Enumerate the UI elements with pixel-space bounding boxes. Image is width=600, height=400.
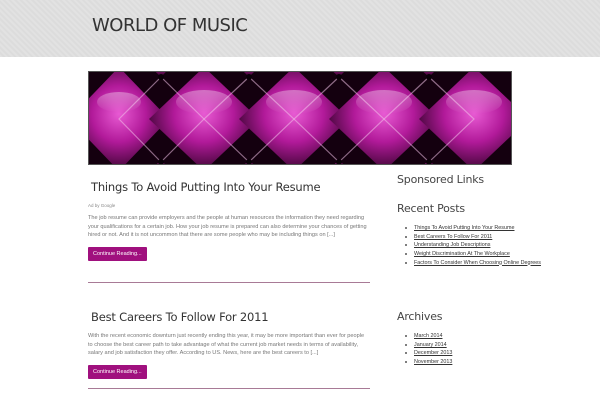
post-divider bbox=[88, 282, 370, 283]
site-header: WORLD OF MUSIC bbox=[0, 0, 600, 57]
archive-link[interactable]: December 2013 bbox=[414, 350, 452, 356]
list-item: March 2014 bbox=[405, 332, 567, 341]
sidebar-archives: Archives March 2014 January 2014 Decembe… bbox=[397, 310, 567, 367]
continue-reading-button[interactable]: Continue Reading... bbox=[88, 364, 147, 379]
header-banner-image bbox=[88, 71, 512, 165]
list-item: Best Careers To Follow For 2011 bbox=[405, 233, 567, 242]
recent-post-link[interactable]: Things To Avoid Putting Into Your Resume bbox=[414, 225, 515, 231]
post-meta: Ad by Google bbox=[88, 203, 116, 208]
post-item: Best Careers To Follow For 2011 With the… bbox=[88, 310, 370, 379]
recent-posts-heading: Recent Posts bbox=[397, 202, 465, 215]
post-title-link[interactable]: Best Careers To Follow For 2011 bbox=[88, 310, 370, 324]
recent-post-link[interactable]: Weight Discrimination At The Workplace bbox=[414, 251, 510, 257]
archives-heading: Archives bbox=[397, 310, 443, 323]
recent-post-link[interactable]: Best Careers To Follow For 2011 bbox=[414, 234, 492, 240]
post-excerpt: With the recent economic downturn just r… bbox=[88, 333, 365, 357]
post-divider bbox=[88, 388, 370, 389]
post-title-link[interactable]: Things To Avoid Putting Into Your Resume bbox=[88, 180, 370, 194]
post-item: Things To Avoid Putting Into Your Resume… bbox=[88, 180, 370, 261]
post-excerpt: The job resume can provide employers and… bbox=[88, 215, 367, 239]
continue-reading-button[interactable]: Continue Reading... bbox=[88, 246, 147, 261]
list-item: December 2013 bbox=[405, 349, 567, 358]
sidebar-recent-posts: Recent Posts Things To Avoid Putting Int… bbox=[397, 202, 567, 267]
list-item: Understanding Job Descriptions bbox=[405, 241, 567, 250]
tufted-leather-image bbox=[89, 72, 511, 164]
list-item: Factors To Consider When Choosing Online… bbox=[405, 259, 567, 268]
list-item: January 2014 bbox=[405, 341, 567, 350]
recent-posts-list: Things To Avoid Putting Into Your Resume… bbox=[397, 224, 567, 267]
recent-post-link[interactable]: Understanding Job Descriptions bbox=[414, 242, 490, 248]
site-title[interactable]: WORLD OF MUSIC bbox=[92, 15, 248, 36]
list-item: Weight Discrimination At The Workplace bbox=[405, 250, 567, 259]
archives-list: March 2014 January 2014 December 2013 No… bbox=[397, 332, 567, 367]
archive-link[interactable]: November 2013 bbox=[414, 359, 452, 365]
list-item: Things To Avoid Putting Into Your Resume bbox=[405, 224, 567, 233]
list-item: November 2013 bbox=[405, 358, 567, 367]
archive-link[interactable]: March 2014 bbox=[414, 333, 442, 339]
sidebar-sponsored: Sponsored Links bbox=[397, 173, 567, 186]
sponsored-links-heading: Sponsored Links bbox=[397, 173, 484, 186]
recent-post-link[interactable]: Factors To Consider When Choosing Online… bbox=[414, 260, 541, 266]
archive-link[interactable]: January 2014 bbox=[414, 342, 447, 348]
